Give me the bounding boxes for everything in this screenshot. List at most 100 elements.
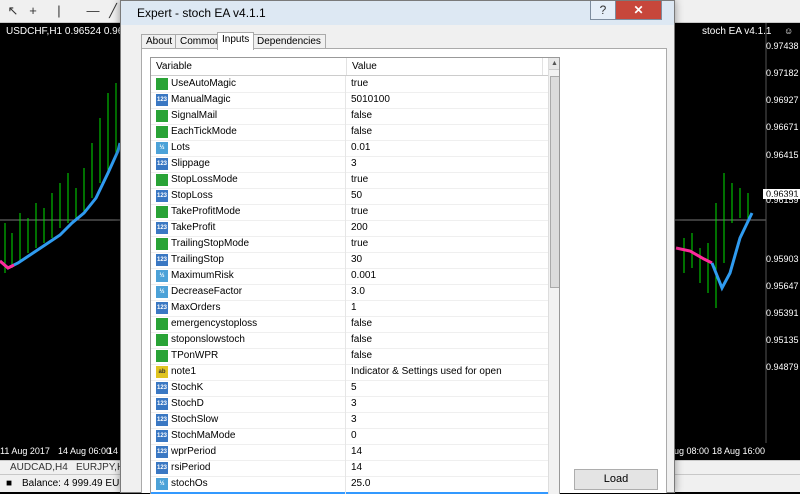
table-row[interactable]: TPonWPR false — [151, 348, 548, 365]
str-type-icon: ab — [156, 366, 168, 378]
tab-dependencies[interactable]: Dependencies — [252, 34, 326, 49]
tab-inputs[interactable]: Inputs — [217, 32, 255, 50]
table-row[interactable]: 123 ManualMagic 5010100 — [151, 92, 548, 109]
variable-value[interactable]: false — [351, 348, 541, 364]
variable-name: note1 — [171, 366, 197, 377]
variable-value[interactable]: Indicator & Settings used for open — [351, 364, 541, 380]
table-row[interactable]: 123 StochSlow 3 — [151, 412, 548, 429]
variable-value[interactable]: false — [351, 316, 541, 332]
table-row[interactable]: 123 wprPeriod 14 — [151, 444, 548, 461]
moving-average-down-segment — [675, 246, 713, 265]
variable-value[interactable]: true — [351, 204, 541, 220]
table-row[interactable]: 123 StochD 3 — [151, 396, 548, 413]
variable-value[interactable]: 5 — [351, 380, 541, 396]
variable-name: StochSlow — [171, 414, 219, 425]
column-divider — [345, 396, 346, 412]
table-row[interactable]: 123 TakeProfit 200 — [151, 220, 548, 237]
variable-value[interactable]: 50 — [351, 188, 541, 204]
variable-value[interactable]: 3.0 — [351, 284, 541, 300]
dialog-titlebar[interactable]: Expert - stoch EA v4.1.1 ? ✕ — [121, 1, 674, 25]
bool-type-icon — [156, 174, 168, 186]
variable-value[interactable]: 5010100 — [351, 92, 541, 108]
column-variable[interactable]: Variable — [151, 58, 347, 75]
int-type-icon: 123 — [156, 430, 168, 442]
int-type-icon: 123 — [156, 382, 168, 394]
table-row[interactable]: TrailingStopMode true — [151, 236, 548, 253]
table-row[interactable]: StopLossMode true — [151, 172, 548, 189]
variable-name: emergencystoploss — [171, 318, 258, 329]
dbl-type-icon: ½ — [156, 286, 168, 298]
price-axis-label: 0.95135 — [766, 335, 799, 345]
price-axis-label: 0.95391 — [766, 308, 799, 318]
ea-name-label: stoch EA v4.1.1 — [702, 26, 772, 37]
table-row[interactable]: 123 TrailingStop 30 — [151, 252, 548, 269]
price-axis-label: 0.96927 — [766, 95, 799, 105]
table-row[interactable]: UseAutoMagic true — [151, 76, 548, 93]
variable-value[interactable]: 0.001 — [351, 268, 541, 284]
variable-name: SignalMail — [171, 110, 218, 121]
vertical-line-icon[interactable]: | — [50, 2, 68, 20]
variable-value[interactable]: 14 — [351, 444, 541, 460]
scroll-up-arrow-icon[interactable]: ▲ — [549, 58, 559, 70]
variable-name: MaximumRisk — [171, 270, 234, 281]
variable-value[interactable]: 1 — [351, 300, 541, 316]
table-row[interactable]: SignalMail false — [151, 108, 548, 125]
table-row[interactable]: 123 Slippage 3 — [151, 156, 548, 173]
horizontal-line-icon[interactable]: — — [84, 2, 102, 20]
table-row[interactable]: 123 MaxOrders 1 — [151, 300, 548, 317]
variable-name: TrailingStop — [171, 254, 224, 265]
variable-name: Slippage — [171, 158, 210, 169]
variable-value[interactable]: true — [351, 76, 541, 92]
variable-name: StochK — [171, 382, 204, 393]
symbol-tab[interactable]: AUDCAD,H4 — [4, 461, 74, 474]
table-row[interactable]: 123 StochMaMode 0 — [151, 428, 548, 445]
variable-value[interactable]: true — [351, 172, 541, 188]
variable-value[interactable]: false — [351, 332, 541, 348]
variable-value[interactable]: 0.01 — [351, 140, 541, 156]
variable-value[interactable]: 3 — [351, 396, 541, 412]
table-row[interactable]: ½ MaximumRisk 0.001 — [151, 268, 548, 285]
table-row[interactable]: emergencystoploss false — [151, 316, 548, 333]
variable-name: StochD — [171, 398, 204, 409]
variable-value[interactable]: 3 — [351, 412, 541, 428]
load-button[interactable]: Load — [574, 469, 658, 490]
tab-about[interactable]: About — [141, 34, 178, 49]
int-type-icon: 123 — [156, 222, 168, 234]
cursor-icon[interactable]: ↖ — [4, 2, 22, 20]
variable-name: ManualMagic — [171, 94, 231, 105]
variable-value[interactable]: true — [351, 236, 541, 252]
column-divider — [345, 348, 346, 364]
variable-value[interactable]: false — [351, 108, 541, 124]
table-row[interactable]: ½ stochOs 25.0 — [151, 476, 548, 493]
bool-type-icon — [156, 78, 168, 90]
column-divider — [345, 300, 346, 316]
table-row[interactable]: EachTickMode false — [151, 124, 548, 141]
column-divider — [345, 444, 346, 460]
variable-value[interactable]: 30 — [351, 252, 541, 268]
table-row[interactable]: TakeProfitMode true — [151, 204, 548, 221]
help-button[interactable]: ? — [590, 1, 616, 20]
variable-value[interactable]: 14 — [351, 460, 541, 476]
variable-value[interactable]: 3 — [351, 156, 541, 172]
table-row[interactable]: 123 StochK 5 — [151, 380, 548, 397]
int-type-icon: 123 — [156, 414, 168, 426]
variable-name: TakeProfitMode — [171, 206, 241, 217]
table-row[interactable]: ab note1 Indicator & Settings used for ope… — [151, 364, 548, 381]
variable-value[interactable]: 0 — [351, 428, 541, 444]
variable-value[interactable]: 25.0 — [351, 476, 541, 492]
variable-value[interactable]: false — [351, 124, 541, 140]
variable-value[interactable]: 200 — [351, 220, 541, 236]
close-button[interactable]: ✕ — [615, 1, 662, 20]
variable-name: DecreaseFactor — [171, 286, 243, 297]
table-row[interactable]: ½ Lots 0.01 — [151, 140, 548, 157]
scroll-thumb[interactable] — [550, 76, 559, 288]
grid-scrollbar[interactable]: ▲ — [548, 58, 559, 494]
column-value[interactable]: Value — [347, 58, 543, 75]
balance-icon: ■ — [6, 478, 13, 489]
crosshair-icon[interactable]: + — [24, 2, 42, 20]
table-row[interactable]: ½ DecreaseFactor 3.0 — [151, 284, 548, 301]
column-divider — [345, 268, 346, 284]
table-row[interactable]: stoponslowstoch false — [151, 332, 548, 349]
table-row[interactable]: 123 rsiPeriod 14 — [151, 460, 548, 477]
table-row[interactable]: 123 StopLoss 50 — [151, 188, 548, 205]
